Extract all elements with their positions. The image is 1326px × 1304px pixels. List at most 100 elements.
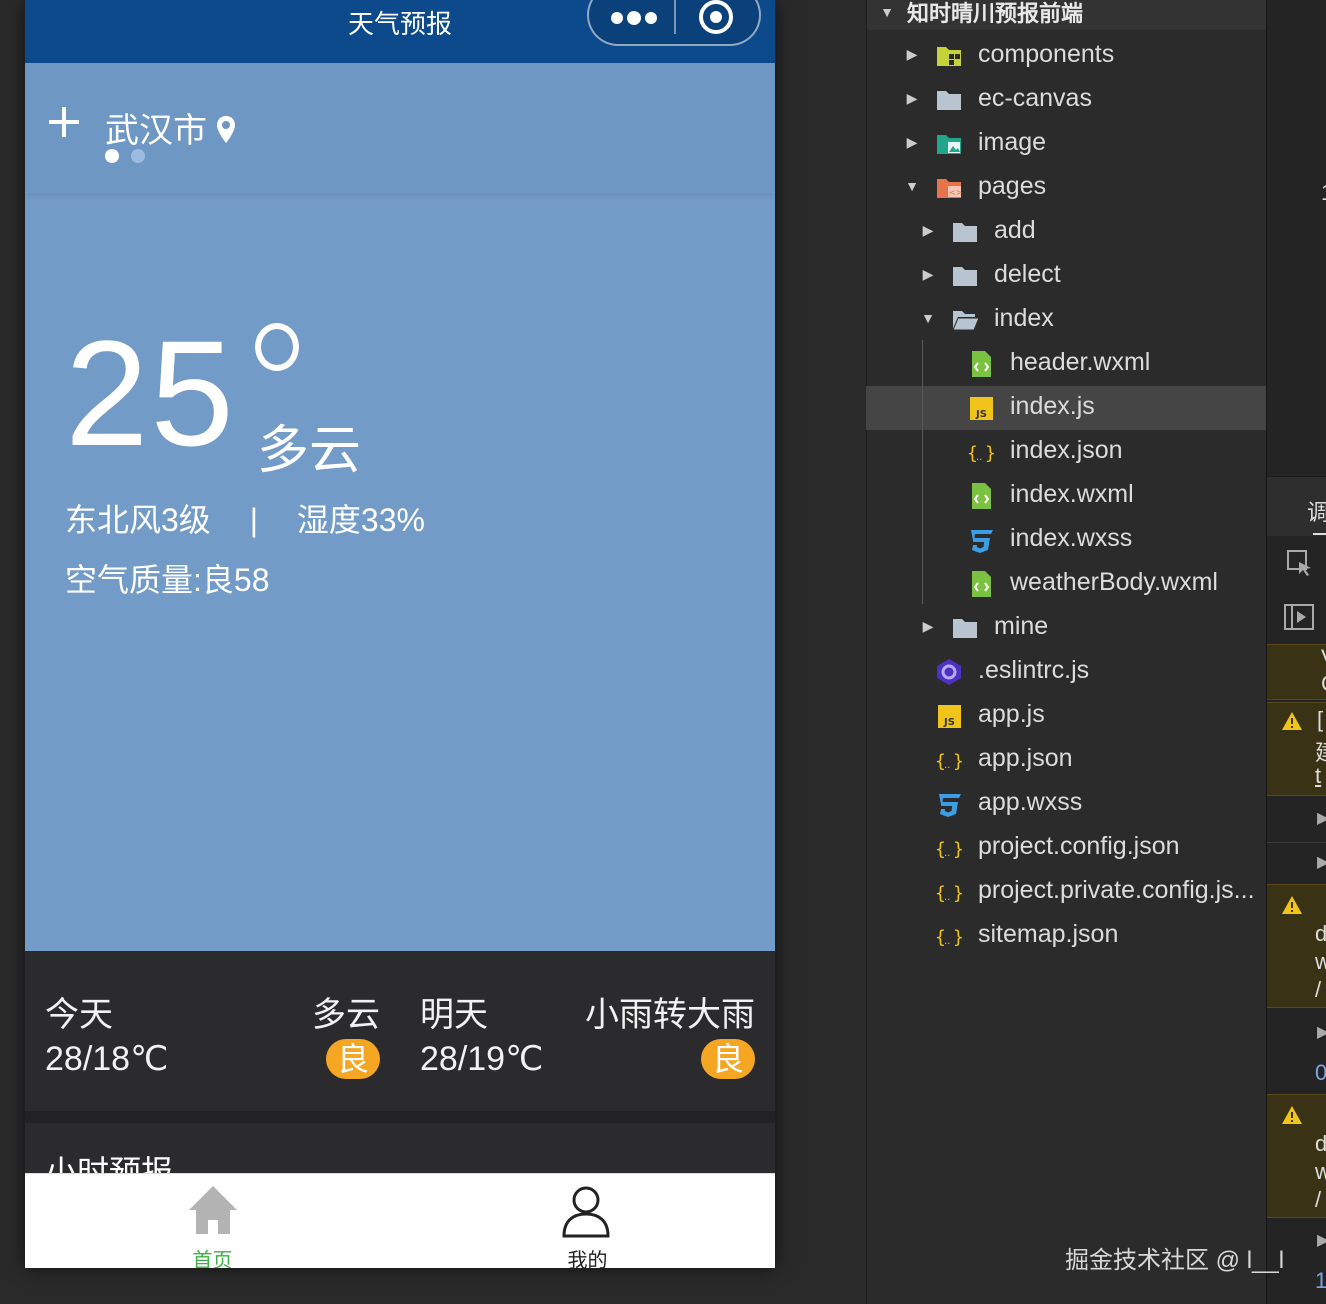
inspect-icon[interactable] — [1285, 548, 1315, 578]
caret-right-icon[interactable]: ▶ — [1317, 1230, 1326, 1250]
capsule-menu[interactable] — [587, 0, 761, 46]
tree-item[interactable]: app.wxss — [866, 782, 1266, 826]
console-text: 1 — [1315, 1268, 1326, 1294]
devtools-tabbar: 调 — [1267, 476, 1326, 536]
tree-item-label: index.wxss — [1010, 524, 1133, 552]
js-file-icon: JS — [966, 393, 996, 423]
current-temperature: 25 — [65, 309, 236, 477]
tree-item[interactable]: {}.. index.json — [866, 430, 1266, 474]
tab-underline — [1313, 533, 1326, 535]
chevron-right-icon[interactable]: ▶ — [920, 266, 936, 282]
chevron-right-icon[interactable]: ▶ — [904, 134, 920, 150]
chevron-right-icon[interactable]: ▶ — [920, 618, 936, 634]
folder-open-icon — [950, 305, 980, 335]
tree-item[interactable]: ▶ components — [866, 34, 1266, 78]
forecast-temp: 28/19℃ — [420, 1040, 544, 1078]
tree-item[interactable]: {}.. app.json — [866, 738, 1266, 782]
phone-simulator: 天气预报 武汉市 25 多云 东北风3级 | 湿度33% 空气质量:良58 今天… — [25, 0, 775, 1268]
wxml-file-icon — [966, 569, 996, 599]
home-icon — [189, 1186, 237, 1234]
air-quality-text: 空气质量:良58 — [65, 562, 270, 598]
city-name[interactable]: 武汉市 — [105, 103, 207, 152]
tree-item[interactable]: index.wxss — [866, 518, 1266, 562]
chevron-down-icon[interactable]: ▼ — [904, 178, 920, 194]
tree-item[interactable]: {}.. project.private.config.js... — [866, 870, 1266, 914]
device-toggle-icon[interactable] — [1283, 602, 1315, 632]
chevron-right-icon[interactable]: ▶ — [920, 222, 936, 238]
forecast-day: 明天 — [420, 996, 488, 1034]
daily-forecast: 今天 多云 28/18℃ 良 明天 小雨转大雨 28/19℃ 良 — [25, 951, 775, 1111]
wind-humidity-line: 东北风3级 | 湿度33% — [65, 495, 425, 541]
console-warning[interactable]: d w / — [1267, 884, 1326, 1008]
tree-item[interactable]: index.wxml — [866, 474, 1266, 518]
chevron-down-icon[interactable]: ▼ — [920, 310, 936, 326]
console-warning[interactable]: [ 建 t — [1267, 702, 1326, 796]
tree-item-label: app.wxss — [978, 788, 1083, 816]
console-link[interactable]: t — [1315, 763, 1321, 789]
tree-item-label: project.config.json — [978, 832, 1180, 860]
svg-text:}: } — [953, 927, 964, 948]
weather-description: 多云 — [257, 422, 362, 480]
tree-item-label: .eslintrc.js — [978, 656, 1090, 684]
tree-item-label: index.js — [1010, 392, 1095, 420]
tree-item[interactable]: weatherBody.wxml — [866, 562, 1266, 606]
degree-icon — [255, 323, 299, 371]
devtools-tab[interactable]: 调 — [1307, 495, 1326, 527]
tree-item[interactable]: ▼ <> pages — [866, 166, 1266, 210]
image-folder-icon — [934, 129, 964, 159]
tree-item[interactable]: ▶ delect — [866, 254, 1266, 298]
folder-icon — [950, 261, 980, 291]
tree-item[interactable]: {}.. sitemap.json — [866, 914, 1266, 958]
caret-right-icon[interactable]: ▶ — [1317, 1022, 1326, 1042]
tree-item-label: delect — [994, 260, 1061, 288]
explorer-header[interactable]: ▼ 知时晴川预报前端 — [867, 0, 1267, 30]
forecast-weather: 多云 — [312, 996, 380, 1034]
tree-item[interactable]: ▶ ec-canvas — [866, 78, 1266, 122]
caret-right-icon[interactable]: ▶ — [1317, 808, 1326, 828]
tree-item-label: sitemap.json — [978, 920, 1119, 948]
tree-item[interactable]: ▼ index — [866, 298, 1266, 342]
wxml-file-icon — [966, 481, 996, 511]
chevron-right-icon[interactable]: ▶ — [904, 90, 920, 106]
devtools-fragment: 1 — [1321, 180, 1326, 206]
capsule-divider — [674, 0, 676, 34]
tab-home[interactable]: 首页 — [25, 1174, 400, 1268]
json-file-icon: {}.. — [934, 921, 964, 951]
console-text: / — [1315, 1187, 1322, 1212]
eslint-file-icon — [934, 657, 964, 687]
tree-item[interactable]: ▶ mine — [866, 606, 1266, 650]
forecast-day: 今天 — [45, 996, 113, 1034]
devtools-panel: 1 调 V C [ 建 t ▶ ▶ d w / ▶ 0 d w / ▶ 1 — [1266, 0, 1326, 1304]
tree-item[interactable]: JS index.js — [866, 386, 1266, 430]
tree-item[interactable]: .eslintrc.js — [866, 650, 1266, 694]
tab-mine[interactable]: 我的 — [400, 1174, 775, 1268]
svg-text:JS: JS — [943, 717, 955, 728]
tree-item-label: app.js — [978, 700, 1045, 728]
tree-item[interactable]: JS app.js — [866, 694, 1266, 738]
console-text: V — [1321, 645, 1326, 671]
humidity-text: 湿度33% — [296, 502, 425, 538]
tree-item[interactable]: header.wxml — [866, 342, 1266, 386]
more-icon[interactable] — [609, 10, 657, 25]
tree-item-label: pages — [978, 172, 1047, 200]
add-city-icon[interactable] — [49, 107, 79, 137]
tree-item-label: app.json — [978, 744, 1073, 772]
warning-icon — [1282, 896, 1302, 914]
chevron-down-icon[interactable]: ▼ — [879, 4, 895, 20]
json-file-icon: {}.. — [934, 877, 964, 907]
chevron-right-icon[interactable]: ▶ — [904, 46, 920, 62]
tree-item[interactable]: ▶ image — [866, 122, 1266, 166]
tree-item-label: image — [978, 128, 1047, 156]
tree-item[interactable]: {}.. project.config.json — [866, 826, 1266, 870]
console-warning[interactable]: V C — [1267, 644, 1326, 700]
location-pin-icon — [217, 116, 235, 143]
svg-text:..: .. — [976, 452, 982, 463]
caret-right-icon[interactable]: ▶ — [1317, 852, 1326, 872]
svg-text:..: .. — [944, 892, 950, 903]
section-divider — [25, 1111, 775, 1123]
folder-icon — [934, 85, 964, 115]
console-warning[interactable]: d w / — [1267, 1094, 1326, 1218]
tree-item[interactable]: ▶ add — [866, 210, 1266, 254]
close-target-icon[interactable] — [699, 0, 733, 34]
json-file-icon: {}.. — [934, 745, 964, 775]
